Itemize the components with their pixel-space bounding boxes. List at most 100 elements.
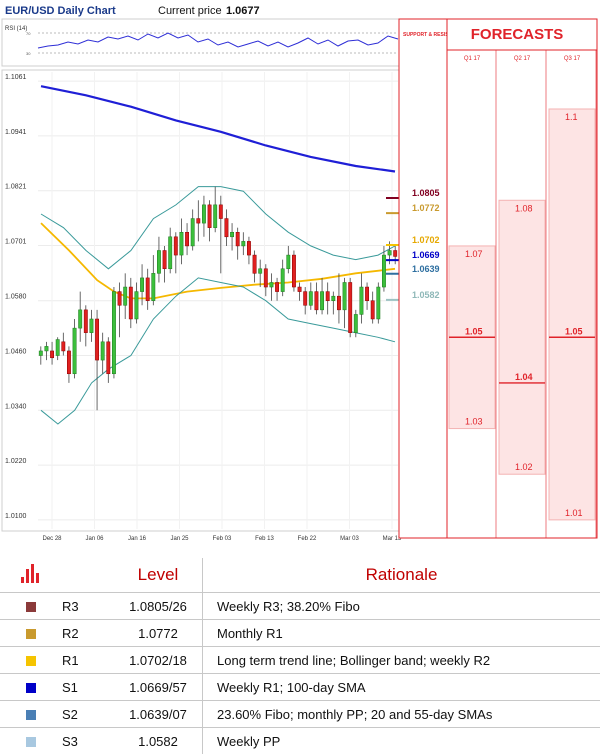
candle-body [50,351,53,358]
candle-body [208,205,211,228]
forecast-quarter-label: Q1 17 [464,56,481,62]
candle-body [315,292,318,310]
candle-body [101,342,104,360]
candle-body [354,314,357,332]
level-name: R1 [62,647,114,674]
level-name: R3 [62,593,114,620]
candle-body [95,319,98,360]
candle-body [320,292,323,310]
candle-body [174,237,177,255]
candle-body [242,241,245,246]
forecast-high-label: 1.07 [465,249,483,259]
level-rationale: Weekly R1; 100-day SMA [203,674,600,701]
candle-body [388,251,391,256]
chart-title: EUR/USD Daily Chart [5,5,116,17]
rsi-tick-70: 70 [26,31,31,36]
y-tick-label: 1.0701 [5,238,27,245]
level-rationale: 23.60% Fibo; monthly PP; 20 and 55-day S… [203,701,600,728]
candle-body [281,269,284,292]
x-tick-label: Feb 13 [255,536,274,542]
candle-body [62,342,65,351]
forecast-low-label: 1.01 [565,508,583,518]
levels-header-rationale: Rationale [203,558,600,593]
level-color-swatch [26,737,36,747]
candle-body [169,237,172,269]
candle-body [304,292,307,306]
candle-body [135,292,138,319]
candle-body [112,292,115,374]
level-swatch-cell [0,620,62,647]
rsi-tick-30: 30 [26,51,31,56]
candle-body [185,232,188,246]
y-tick-label: 1.0460 [5,349,27,356]
levels-row: S11.0669/57Weekly R1; 100-day SMA [0,674,600,701]
x-tick-label: Jan 06 [85,536,104,542]
level-value: 1.0805/26 [114,593,203,620]
candle-body [157,251,160,274]
level-rationale: Long term trend line; Bollinger band; we… [203,647,600,674]
candle-body [253,255,256,273]
chart-area: EUR/USD Daily Chart Current price 1.0677… [0,0,600,545]
candle-body [292,255,295,287]
candle-body [163,251,166,269]
levels-header-level: Level [114,558,203,593]
level-rationale: Weekly R3; 38.20% Fibo [203,593,600,620]
forecast-mid-label: 1.04 [515,372,533,382]
sr-level-label: 1.0702 [412,235,440,245]
level-value: 1.0772 [114,620,203,647]
candle-body [270,282,273,287]
level-name: S2 [62,701,114,728]
candle-body [236,232,239,246]
level-value: 1.0669/57 [114,674,203,701]
y-tick-label: 1.0580 [5,294,27,301]
level-swatch-cell [0,593,62,620]
level-rationale: Weekly PP [203,728,600,754]
level-color-swatch [26,602,36,612]
forecast-title: FORECASTS [471,26,564,43]
forecast-range [549,109,595,520]
candle-body [79,310,82,328]
candle-body [84,310,87,333]
forecast-quarter-label: Q3 17 [564,56,581,62]
candle-body [309,292,312,306]
candle-body [197,219,200,224]
candle-body [326,292,329,301]
candle-body [73,328,76,374]
levels-table: Level Rationale R31.0805/26Weekly R3; 38… [0,558,600,754]
levels-row: S21.0639/0723.60% Fibo; monthly PP; 20 a… [0,701,600,728]
x-tick-label: Feb 22 [298,536,317,542]
forecast-low-label: 1.03 [465,417,483,427]
candle-body [124,287,127,305]
candle-body [349,282,352,332]
x-tick-label: Jan 25 [170,536,189,542]
sr-level-label: 1.0805 [412,188,440,198]
candle-body [377,287,380,319]
level-color-swatch [26,656,36,666]
level-value: 1.0639/07 [114,701,203,728]
forecast-high-label: 1.08 [515,203,533,213]
forecast-mid-label: 1.05 [465,326,483,336]
candle-body [382,255,385,287]
candle-body [287,255,290,269]
candle-body [90,319,93,333]
candle-body [332,296,335,301]
levels-row: R31.0805/26Weekly R3; 38.20% Fibo [0,593,600,620]
level-value: 1.0582 [114,728,203,754]
x-tick-label: Dec 28 [42,536,62,542]
candle-body [337,296,340,310]
candle-body [39,351,42,356]
candle-body [214,205,217,228]
candle-body [343,282,346,309]
candle-body [298,287,301,292]
candle-body [107,342,110,374]
forecast-mid-label: 1.05 [565,326,583,336]
candle-body [191,219,194,246]
sr-level-label: 1.0639 [412,264,440,274]
candle-body [394,251,397,257]
level-swatch-cell [0,701,62,728]
candle-body [56,340,59,356]
candle-body [67,351,70,374]
level-name: R2 [62,620,114,647]
level-swatch-cell [0,674,62,701]
y-tick-label: 1.0100 [5,513,27,520]
